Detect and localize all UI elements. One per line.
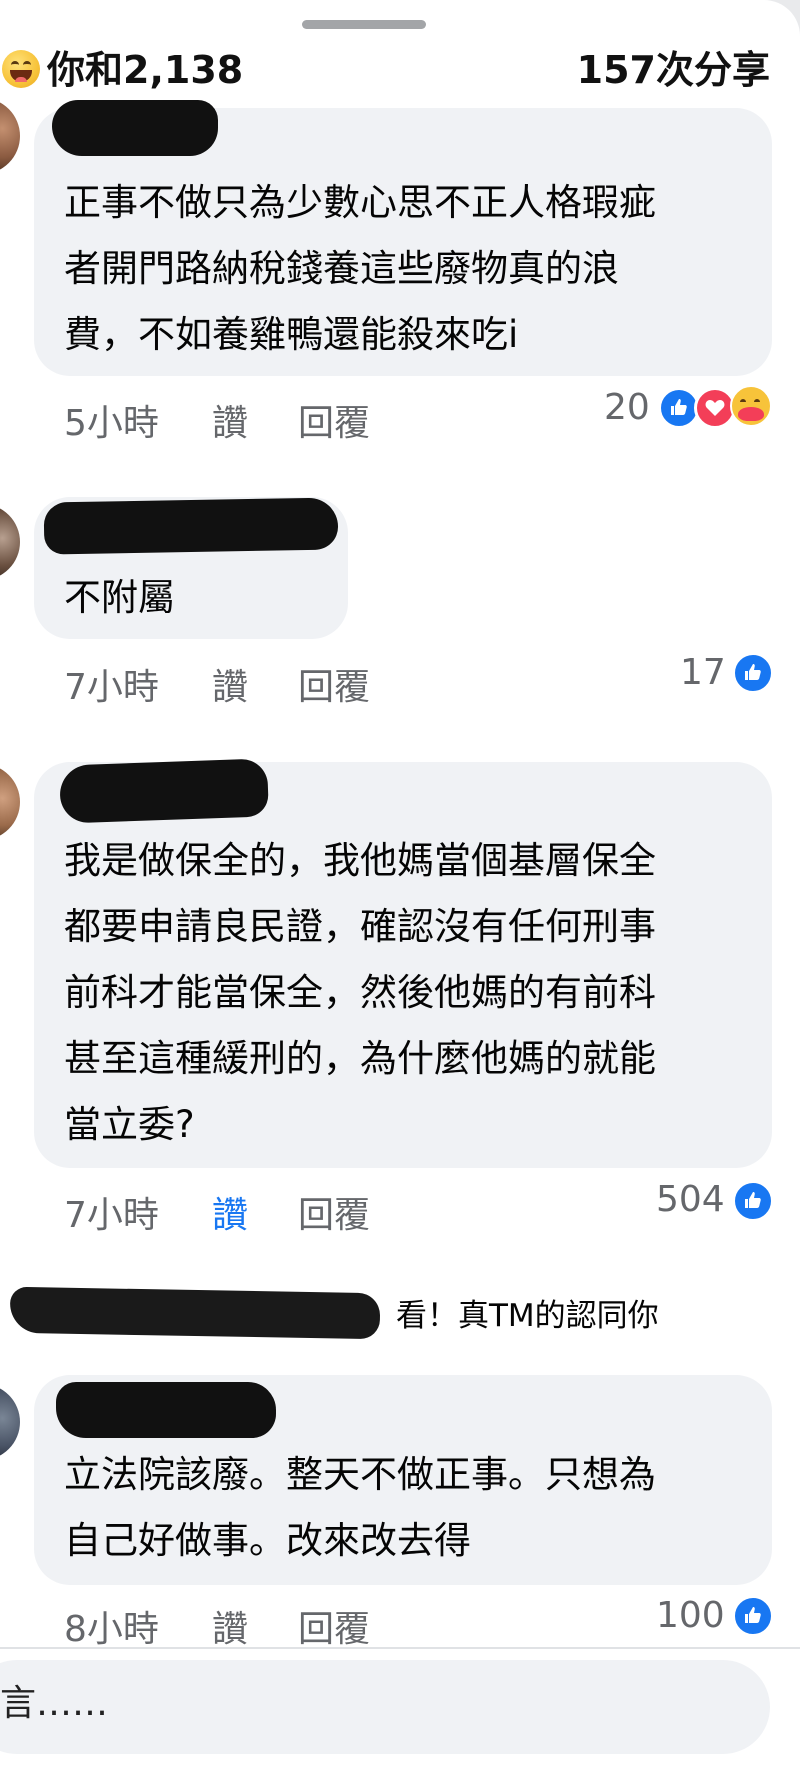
redacted-author-name <box>59 758 269 824</box>
comment-timestamp: 5小時 <box>64 403 159 444</box>
comment-text: 我是做保全的，我他媽當個基層保全 都要申請良民證，確認沒有任何刑事 前科才能當保… <box>64 839 656 1146</box>
redacted-author-name <box>52 100 218 156</box>
avatar[interactable] <box>0 504 20 580</box>
composer-divider <box>0 1647 800 1649</box>
comment-timestamp: 8小時 <box>64 1609 159 1650</box>
like-button[interactable]: 讚 <box>212 666 248 710</box>
sheet-drag-handle[interactable] <box>302 20 426 29</box>
comment-timestamp: 7小時 <box>64 667 159 708</box>
like-button[interactable]: 讚 <box>212 1608 248 1652</box>
reply-button[interactable]: 回覆 <box>298 1194 370 1238</box>
reaction-count[interactable]: 20 <box>604 386 650 430</box>
comment-text: 不附屬 <box>64 576 175 619</box>
care-icon <box>730 385 772 427</box>
like-icon <box>732 1595 774 1637</box>
like-icon <box>732 652 774 694</box>
comment-input[interactable]: 言…… <box>0 1660 770 1754</box>
avatar[interactable] <box>0 1384 20 1460</box>
comments-sheet: 你和2,138 157次分享 正事不做只為少數心思不正人格瑕疵 者￼開門路納稅錢… <box>0 0 800 1775</box>
like-button[interactable]: 讚 <box>212 1194 248 1238</box>
reaction-summary-bar: 你和2,138 157次分享 <box>0 44 800 104</box>
comment-text: 正事不做只為少數心思不正人格瑕疵 者￼開門路納稅錢養這些廢物真的浪 費，不如養雞… <box>64 181 656 356</box>
shares-count[interactable]: 157次分享 <box>577 50 770 90</box>
reply-button[interactable]: 回覆 <box>298 1608 370 1652</box>
like-icon <box>732 1180 774 1222</box>
comment-text: 立法院該廢。整天不做正事。只想為 自己好做事。改來改去得 <box>64 1453 656 1562</box>
redacted-author-name <box>43 497 339 555</box>
reply-button[interactable]: 回覆 <box>298 402 370 446</box>
reaction-count[interactable]: 17 <box>680 651 726 695</box>
reaction-count[interactable]: 504 <box>656 1178 725 1222</box>
comment-timestamp: 7小時 <box>64 1195 159 1236</box>
avatar[interactable] <box>0 764 20 840</box>
haha-icon[interactable] <box>2 50 40 88</box>
reactors-count[interactable]: 你和2,138 <box>47 50 243 90</box>
reply-preview-text[interactable]: 看！真TM的認同你 <box>396 1296 659 1336</box>
comment-input-placeholder: 言…… <box>0 1683 109 1724</box>
reply-button[interactable]: 回覆 <box>298 666 370 710</box>
redacted-author-name <box>56 1382 276 1438</box>
avatar[interactable] <box>0 98 20 174</box>
like-button[interactable]: 讚 <box>212 402 248 446</box>
redacted-reply-author <box>9 1286 381 1340</box>
reaction-count[interactable]: 100 <box>656 1594 725 1638</box>
